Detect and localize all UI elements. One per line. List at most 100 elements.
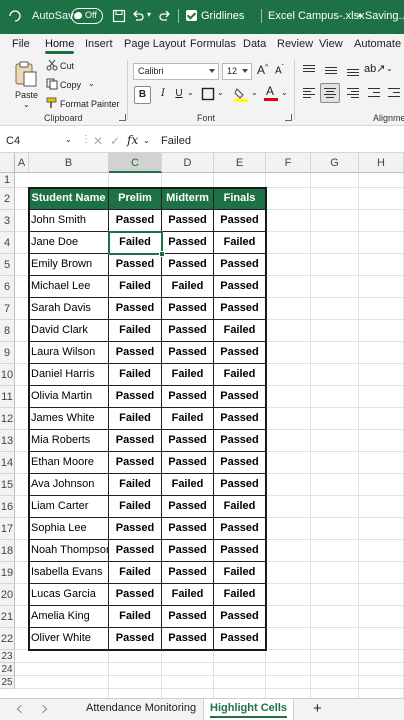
- status-cell[interactable]: Failed: [214, 364, 266, 386]
- undo-icon[interactable]: [131, 9, 145, 23]
- align-middle-button[interactable]: [322, 62, 340, 78]
- status-cell[interactable]: Passed: [162, 254, 214, 276]
- student-name-cell[interactable]: Jane Doe: [29, 232, 109, 254]
- status-cell[interactable]: Passed: [214, 540, 266, 562]
- status-cell[interactable]: Passed: [214, 276, 266, 298]
- format-painter-button[interactable]: Format Painter: [60, 99, 120, 109]
- status-cell[interactable]: Passed: [162, 386, 214, 408]
- status-cell[interactable]: Failed: [109, 320, 162, 342]
- row-header-20[interactable]: 20: [0, 584, 15, 606]
- align-left-button[interactable]: [300, 85, 318, 101]
- align-bottom-button[interactable]: [344, 62, 362, 78]
- status-cell[interactable]: Failed: [162, 408, 214, 430]
- row-header-10[interactable]: 10: [0, 364, 15, 386]
- student-name-cell[interactable]: Liam Carter: [29, 496, 109, 518]
- tab-formulas[interactable]: Formulas: [190, 38, 236, 50]
- row-header-4[interactable]: 4: [0, 232, 15, 254]
- status-cell[interactable]: Failed: [109, 232, 162, 254]
- status-cell[interactable]: Passed: [109, 452, 162, 474]
- copy-dropdown-icon[interactable]: ⌄: [88, 79, 95, 88]
- student-name-cell[interactable]: Olivia Martin: [29, 386, 109, 408]
- status-cell[interactable]: Passed: [162, 518, 214, 540]
- orientation-dropdown-icon[interactable]: ⌄: [386, 64, 393, 73]
- paste-button[interactable]: Paste ⌄: [10, 60, 42, 110]
- status-cell[interactable]: Passed: [109, 430, 162, 452]
- status-cell[interactable]: Passed: [109, 386, 162, 408]
- undo-dropdown-icon[interactable]: ▾: [147, 10, 151, 19]
- row-header-22[interactable]: 22: [0, 628, 15, 650]
- font-size-box[interactable]: 12: [222, 63, 252, 80]
- grow-font-button[interactable]: A^: [257, 63, 268, 77]
- row-header-1[interactable]: 1: [0, 173, 15, 188]
- row-header-17[interactable]: 17: [0, 518, 15, 540]
- row-header-11[interactable]: 11: [0, 386, 15, 408]
- decrease-indent-button[interactable]: [366, 85, 382, 101]
- row-header-3[interactable]: 3: [0, 210, 15, 232]
- row-header-25[interactable]: 25: [0, 676, 15, 689]
- column-header-b[interactable]: B: [29, 153, 109, 173]
- table-header-cell[interactable]: Prelim: [109, 188, 162, 210]
- row-header-21[interactable]: 21: [0, 606, 15, 628]
- status-cell[interactable]: Passed: [162, 562, 214, 584]
- row-header-13[interactable]: 13: [0, 430, 15, 452]
- align-top-button[interactable]: [300, 62, 318, 78]
- student-name-cell[interactable]: Lucas Garcia: [29, 584, 109, 606]
- borders-dropdown-icon[interactable]: ⌄: [217, 88, 224, 97]
- align-right-button[interactable]: [344, 85, 362, 101]
- student-name-cell[interactable]: Isabella Evans: [29, 562, 109, 584]
- status-cell[interactable]: Failed: [109, 408, 162, 430]
- tab-review[interactable]: Review: [277, 38, 313, 50]
- align-center-button[interactable]: [320, 83, 340, 103]
- more-options-icon[interactable]: ⋮: [81, 134, 91, 145]
- font-name-box[interactable]: Calibri: [133, 63, 219, 80]
- insert-function-icon[interactable]: fx: [127, 133, 138, 147]
- column-header-f[interactable]: F: [266, 153, 311, 173]
- status-cell[interactable]: Failed: [214, 496, 266, 518]
- status-cell[interactable]: Passed: [162, 606, 214, 628]
- status-cell[interactable]: Passed: [214, 408, 266, 430]
- save-icon[interactable]: [112, 9, 126, 23]
- row-header-2[interactable]: 2: [0, 188, 15, 210]
- status-cell[interactable]: Passed: [162, 232, 214, 254]
- fill-color-icon[interactable]: [233, 86, 249, 102]
- column-header-h[interactable]: H: [359, 153, 404, 173]
- clipboard-launcher-icon[interactable]: [119, 114, 126, 121]
- tab-home[interactable]: Home: [45, 38, 75, 54]
- status-cell[interactable]: Passed: [214, 606, 266, 628]
- font-color-dropdown-icon[interactable]: ⌄: [281, 88, 288, 97]
- table-header-cell[interactable]: Student Name: [29, 188, 109, 210]
- status-cell[interactable]: Passed: [109, 342, 162, 364]
- borders-icon[interactable]: [201, 87, 215, 101]
- student-name-cell[interactable]: Mia Roberts: [29, 430, 109, 452]
- status-cell[interactable]: Passed: [214, 518, 266, 540]
- table-header-cell[interactable]: Midterm: [162, 188, 214, 210]
- status-cell[interactable]: Passed: [214, 210, 266, 232]
- student-name-cell[interactable]: Daniel Harris: [29, 364, 109, 386]
- font-color-button[interactable]: A: [264, 84, 278, 102]
- status-cell[interactable]: Passed: [162, 430, 214, 452]
- status-cell[interactable]: Failed: [214, 320, 266, 342]
- student-name-cell[interactable]: David Clark: [29, 320, 109, 342]
- status-cell[interactable]: Failed: [214, 232, 266, 254]
- status-cell[interactable]: Failed: [109, 496, 162, 518]
- tab-page-layout[interactable]: Page Layout: [124, 38, 186, 50]
- student-name-cell[interactable]: Sophia Lee: [29, 518, 109, 540]
- underline-button[interactable]: U: [173, 86, 185, 104]
- cut-button[interactable]: Cut: [60, 61, 74, 71]
- tab-automate[interactable]: Automate: [354, 38, 401, 50]
- column-header-e[interactable]: E: [214, 153, 266, 173]
- scroll-left-icon[interactable]: [16, 704, 26, 714]
- name-box-dropdown-icon[interactable]: ⌄: [65, 135, 72, 144]
- status-cell[interactable]: Failed: [109, 364, 162, 386]
- column-header-a[interactable]: A: [15, 153, 29, 173]
- student-name-cell[interactable]: Michael Lee: [29, 276, 109, 298]
- select-all-corner[interactable]: [0, 153, 15, 173]
- status-cell[interactable]: Passed: [109, 298, 162, 320]
- status-cell[interactable]: Failed: [162, 474, 214, 496]
- student-name-cell[interactable]: Sarah Davis: [29, 298, 109, 320]
- status-cell[interactable]: Passed: [109, 254, 162, 276]
- row-header-19[interactable]: 19: [0, 562, 15, 584]
- row-header-15[interactable]: 15: [0, 474, 15, 496]
- status-cell[interactable]: Passed: [214, 342, 266, 364]
- status-cell[interactable]: Passed: [162, 210, 214, 232]
